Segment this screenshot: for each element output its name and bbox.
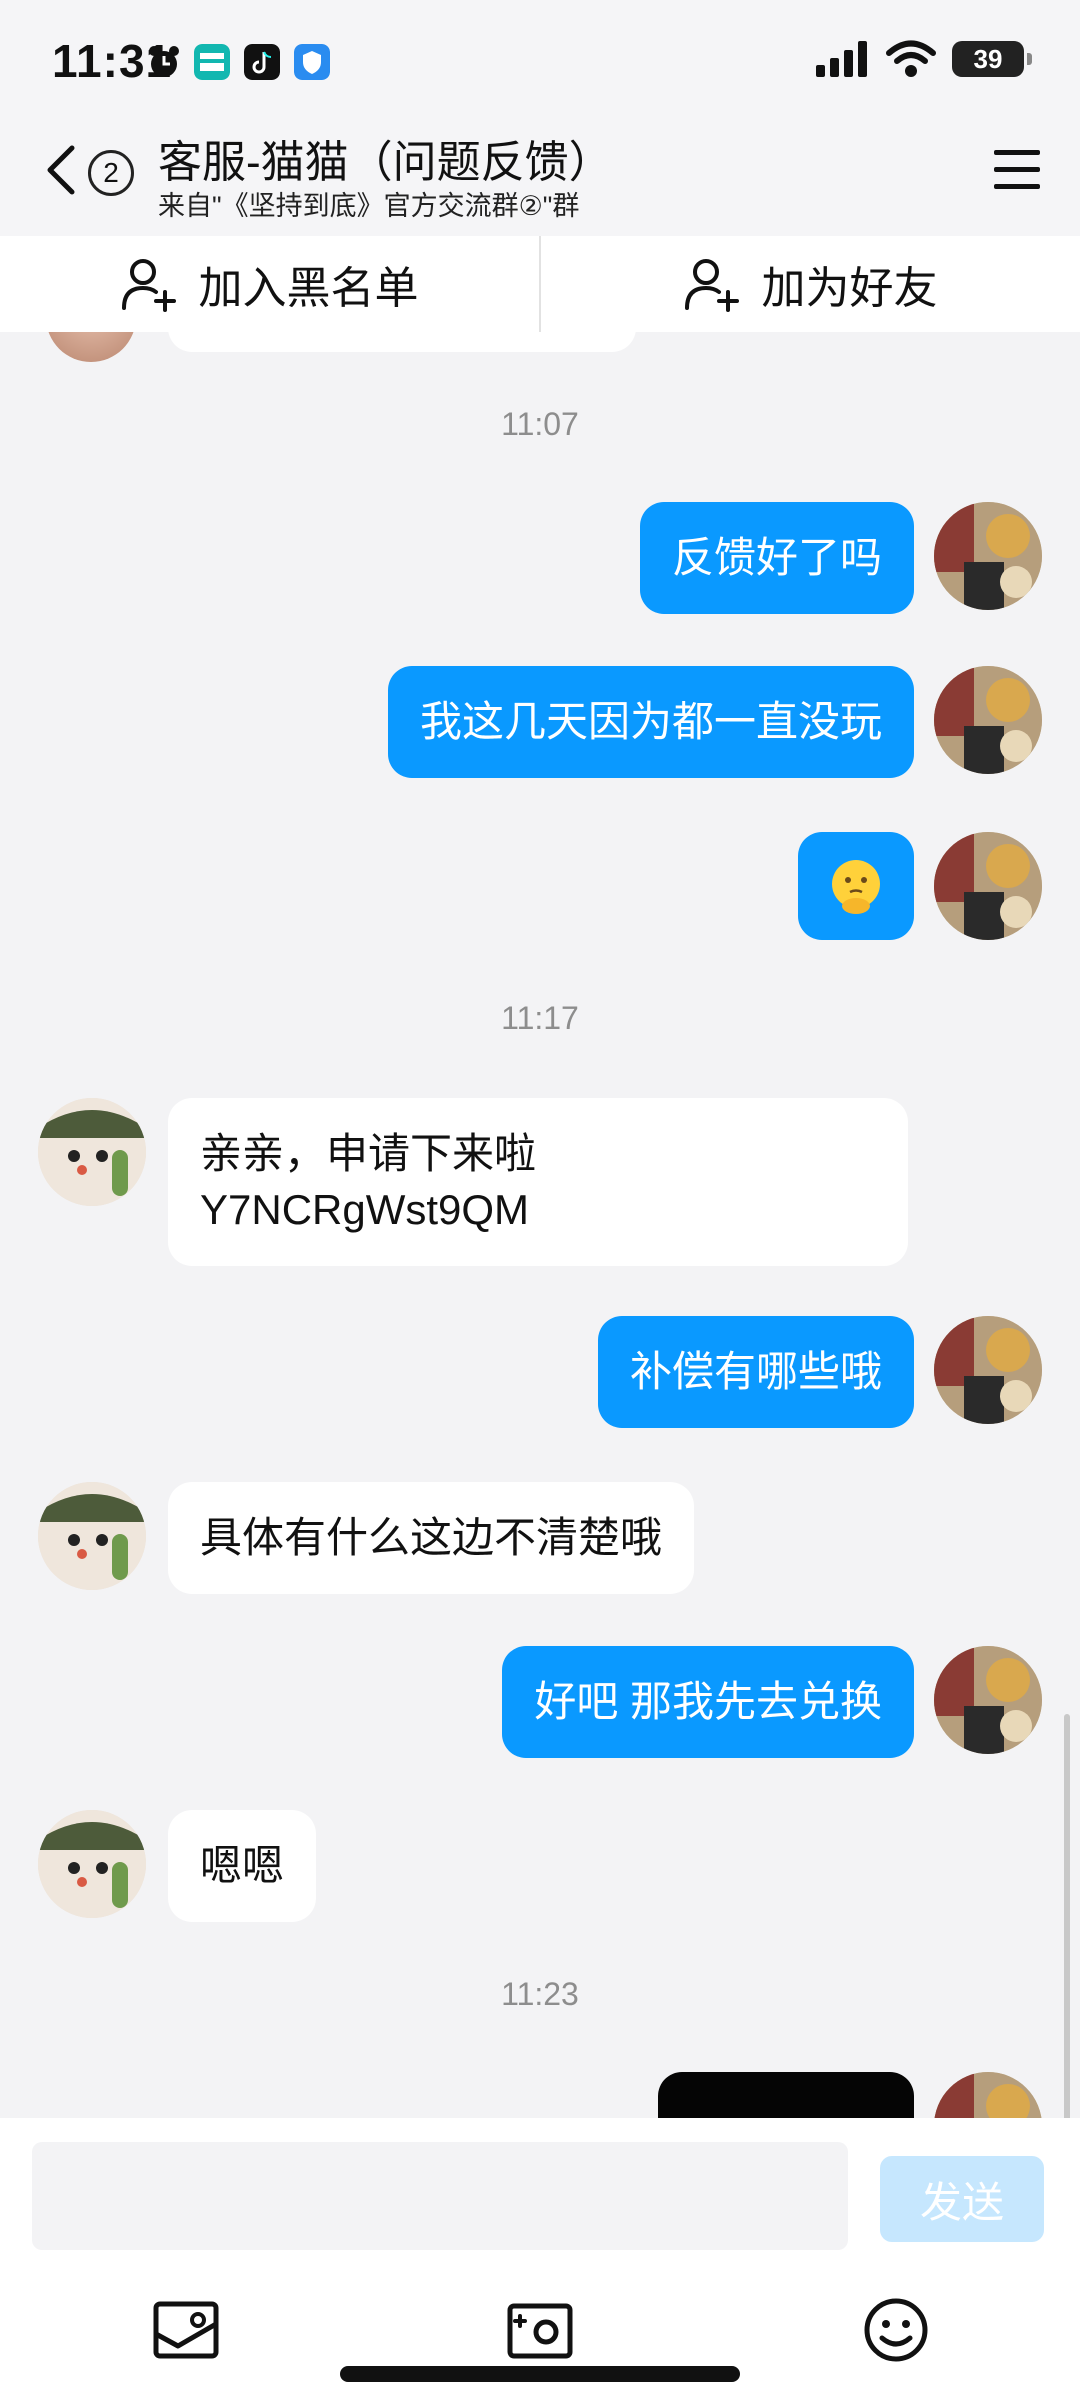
status-indicators: 39 xyxy=(816,40,1032,78)
my-avatar[interactable] xyxy=(934,2072,1042,2118)
avatar[interactable] xyxy=(46,332,136,362)
my-message-bubble[interactable]: 我这几天因为都一直没玩 xyxy=(387,666,914,778)
status-bar: 11:31 39 xyxy=(0,0,1080,120)
chat-messages[interactable]: 11:07 反馈好了吗 我这几天因为都一直没玩 11:17 亲亲，申请下来啦 Y… xyxy=(0,332,1080,2118)
scrollbar[interactable] xyxy=(1064,1714,1070,2118)
my-emoji-bubble[interactable] xyxy=(798,832,914,940)
shield-app-icon xyxy=(294,44,330,80)
agent-message-bubble[interactable]: 具体有什么这边不清楚哦 xyxy=(168,1482,695,1594)
avatar-image xyxy=(934,832,1042,940)
chat-title: 客服-猫猫（问题反馈） xyxy=(158,138,613,187)
add-friend-label: 加为好友 xyxy=(761,264,938,313)
my-message-bubble[interactable]: 反馈好了吗 xyxy=(639,502,914,614)
add-user-icon xyxy=(684,259,739,312)
my-message-bubble[interactable]: 补偿有哪些哦 xyxy=(597,1316,914,1428)
thinking-face-emoji-icon xyxy=(832,860,880,914)
my-avatar[interactable] xyxy=(934,832,1042,940)
wifi-icon xyxy=(886,40,936,77)
agent-avatar[interactable] xyxy=(38,1098,146,1206)
agent-message-bubble[interactable]: 亲亲，申请下来啦 Y7NCRgWst9QM xyxy=(168,1098,908,1266)
my-message-bubble[interactable]: 好吧 那我先去兑换 xyxy=(502,1646,914,1758)
my-avatar[interactable] xyxy=(934,666,1042,774)
alarm-icon xyxy=(149,46,179,77)
stranger-action-bar: 加入黑名单 加为好友 xyxy=(0,236,1080,332)
camera-icon[interactable] xyxy=(504,2294,576,2366)
add-to-blacklist-button[interactable]: 加入黑名单 xyxy=(0,236,539,332)
input-area: 发送 xyxy=(0,2118,1080,2400)
my-avatar[interactable] xyxy=(934,502,1042,610)
message-input[interactable] xyxy=(32,2142,848,2250)
my-avatar[interactable] xyxy=(934,1646,1042,1754)
battery-indicator: 39 xyxy=(952,41,1032,77)
image-icon[interactable] xyxy=(150,2294,222,2366)
timestamp: 11:17 xyxy=(501,1000,579,1036)
agent-message-bubble[interactable]: 嗯嗯 xyxy=(168,1810,317,1922)
message-line: 亲亲，申请下来啦 xyxy=(200,1130,537,1177)
avatar-image xyxy=(934,1646,1042,1754)
chat-subtitle: 来自"《坚持到底》官方交流群②"群 xyxy=(158,191,580,221)
timestamp: 11:23 xyxy=(501,1976,579,2012)
emoji-icon[interactable] xyxy=(860,2294,932,2366)
back-arrow-icon[interactable] xyxy=(40,142,84,198)
avatar-image xyxy=(934,2072,1042,2118)
menu-icon[interactable] xyxy=(994,148,1040,192)
timestamp: 11:07 xyxy=(501,406,579,442)
add-user-icon xyxy=(121,259,176,312)
avatar-image xyxy=(934,502,1042,610)
home-indicator[interactable] xyxy=(340,2366,740,2382)
cat-avatar-image xyxy=(38,1098,146,1206)
redeem-code-text: Y7NCRgWst9QM xyxy=(200,1186,530,1233)
douyin-app-icon xyxy=(244,44,280,80)
agent-avatar[interactable] xyxy=(38,1482,146,1590)
message-bubble[interactable] xyxy=(168,332,636,352)
add-friend-button[interactable]: 加为好友 xyxy=(541,236,1080,332)
avatar-image xyxy=(934,666,1042,774)
boss-zhipin-app-icon xyxy=(194,44,230,80)
cat-avatar-image xyxy=(38,1482,146,1590)
blacklist-label: 加入黑名单 xyxy=(198,264,419,313)
send-button[interactable]: 发送 xyxy=(880,2156,1044,2242)
signal-icon xyxy=(816,41,867,77)
my-image-message[interactable] xyxy=(658,2072,914,2118)
chat-header: 2 客服-猫猫（问题反馈） 来自"《坚持到底》官方交流群②"群 xyxy=(0,120,1080,236)
avatar-image xyxy=(934,1316,1042,1424)
agent-avatar[interactable] xyxy=(38,1810,146,1918)
my-avatar[interactable] xyxy=(934,1316,1042,1424)
cat-avatar-image xyxy=(38,1810,146,1918)
unread-count-badge[interactable]: 2 xyxy=(88,150,134,196)
